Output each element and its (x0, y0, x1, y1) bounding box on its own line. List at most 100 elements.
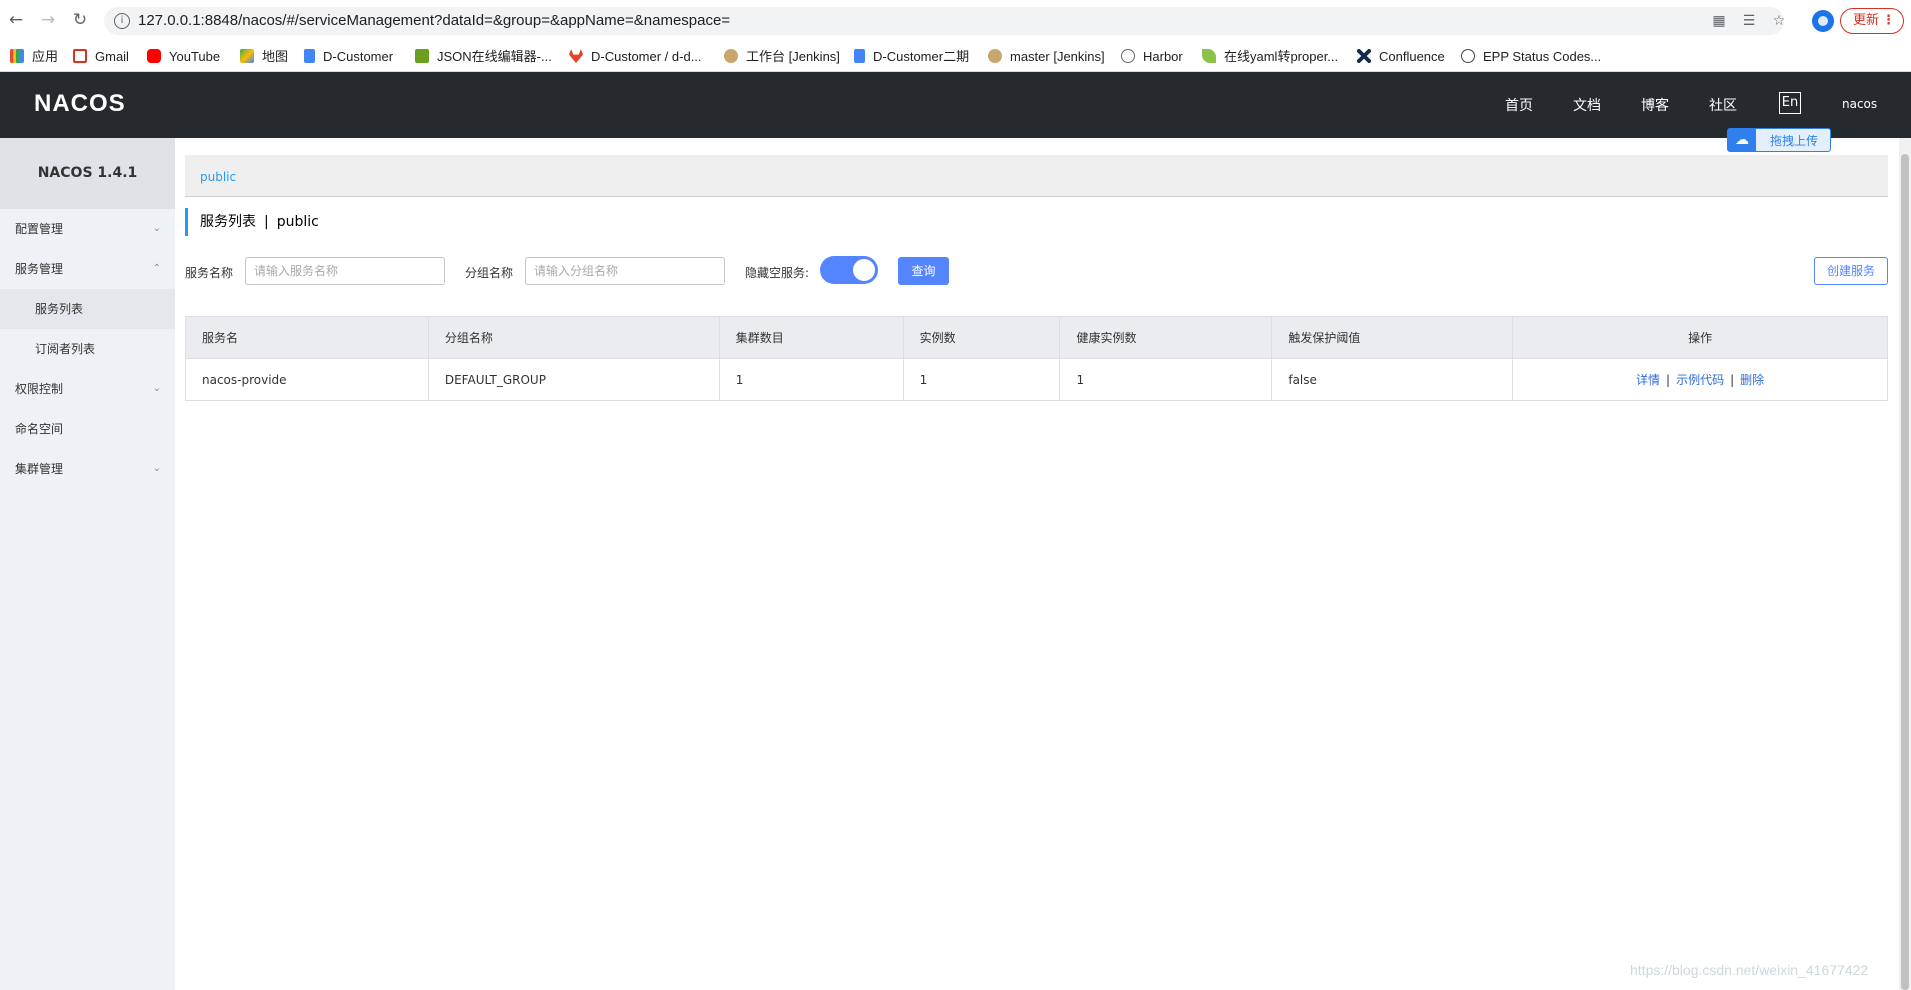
delete-link[interactable]: 删除 (1740, 373, 1764, 387)
sidebar-item-label: 命名空间 (15, 422, 64, 436)
extension-icon[interactable] (1812, 10, 1834, 32)
chevron-down-icon: ⌄ (152, 463, 161, 474)
cell-actions: 详情 | 示例代码 | 删除 (1512, 358, 1888, 401)
sidebar-item-label: 权限控制 (15, 382, 64, 396)
service-name-input[interactable] (245, 257, 445, 285)
service-table: 服务名 分组名称 集群数目 实例数 健康实例数 触发保护阈值 操作 nacos-… (185, 316, 1888, 401)
toggle-knob (853, 259, 875, 281)
bookmark-label: D-Customer / d-d... (591, 49, 702, 64)
cell-service-name: nacos-provide (185, 358, 429, 401)
user-name[interactable]: nacos (1842, 97, 1877, 111)
column-header-group: 分组名称 (427, 316, 720, 359)
bookmark-jenkins-workbench[interactable]: 工作台 [Jenkins] (724, 48, 840, 66)
page-title: 服务列表 | public (185, 208, 319, 236)
chevron-down-icon: ⌄ (152, 223, 161, 234)
cell-clusters: 1 (718, 358, 904, 401)
nav-community[interactable]: 社区 (1709, 95, 1737, 115)
cloud-icon: ☁ (1728, 129, 1756, 151)
bookmark-star-icon[interactable]: ☆ (1770, 13, 1788, 29)
url-text[interactable]: 127.0.0.1:8848/nacos/#/serviceManagement… (138, 12, 730, 29)
bookmark-label: 地图 (262, 49, 289, 64)
more-menu-icon: ⋮ (1882, 13, 1895, 28)
chevron-down-icon: ⌄ (152, 383, 161, 394)
reload-icon[interactable]: ↻ (70, 10, 90, 30)
bookmark-d-customer-phase2[interactable]: D-Customer二期 (854, 48, 969, 66)
sidebar-item-service-list[interactable]: 服务列表 (0, 289, 175, 329)
namespace-tab-public[interactable]: public (200, 170, 236, 184)
browser-toolbar: ← → ↻ i 127.0.0.1:8848/nacos/#/serviceMa… (0, 0, 1911, 42)
chevron-up-icon: ⌃ (152, 263, 161, 274)
address-bar[interactable]: i 127.0.0.1:8848/nacos/#/serviceManageme… (104, 7, 1785, 35)
create-service-button[interactable]: 创建服务 (1814, 257, 1888, 285)
docs-icon (854, 49, 865, 63)
bookmarks-bar: 应用 Gmail YouTube 地图 D-Customer JSON在线编辑器… (0, 42, 1911, 72)
browser-update-button[interactable]: 更新 ⋮ (1840, 8, 1904, 34)
gitlab-icon (569, 49, 583, 63)
bookmark-label: 在线yaml转proper... (1224, 49, 1339, 64)
language-switch[interactable]: En (1779, 92, 1801, 114)
drag-upload-button[interactable]: ☁ 拖拽上传 (1727, 128, 1831, 152)
bookmark-d-customer[interactable]: D-Customer (304, 48, 393, 66)
sample-code-link[interactable]: 示例代码 (1676, 373, 1724, 387)
cell-instances: 1 (902, 358, 1061, 401)
bookmark-confluence[interactable]: Confluence (1357, 48, 1445, 66)
page-title-namespace: public (276, 214, 319, 230)
column-header-service-name: 服务名 (185, 316, 429, 359)
query-button[interactable]: 查询 (898, 257, 949, 285)
scrollbar-thumb[interactable] (1901, 154, 1909, 990)
bookmark-gitlab[interactable]: D-Customer / d-d... (569, 48, 702, 66)
sidebar-item-subscribers[interactable]: 订阅者列表 (0, 329, 175, 369)
qr-code-icon[interactable]: ▦ (1710, 13, 1728, 29)
sidebar-item-service[interactable]: 服务管理 ⌃ (0, 249, 175, 289)
nav-docs[interactable]: 文档 (1573, 95, 1601, 115)
jenkins-icon (724, 49, 738, 63)
sidebar-item-label: 服务列表 (35, 302, 84, 316)
back-arrow-icon[interactable]: ← (6, 10, 26, 30)
sidebar-item-label: 配置管理 (15, 222, 64, 236)
sidebar-item-namespace[interactable]: 命名空间 (0, 409, 175, 449)
table-header-row: 服务名 分组名称 集群数目 实例数 健康实例数 触发保护阈值 操作 (185, 316, 1888, 359)
apps-grid-icon (10, 49, 24, 63)
bookmark-json-editor[interactable]: JSON在线编辑器-... (415, 48, 552, 66)
page-scrollbar[interactable] (1899, 138, 1911, 990)
sidebar-item-config[interactable]: 配置管理 ⌄ (0, 209, 175, 249)
bookmark-label: Confluence (1379, 49, 1445, 64)
forward-arrow-icon[interactable]: → (38, 10, 58, 30)
hide-empty-toggle[interactable] (820, 256, 878, 284)
bookmark-youtube[interactable]: YouTube (147, 48, 220, 66)
group-name-input[interactable] (525, 257, 725, 285)
bookmark-label: master [Jenkins] (1010, 49, 1105, 64)
nacos-logo[interactable]: NACOS (34, 90, 126, 118)
service-name-label: 服务名称 (185, 266, 234, 280)
action-separator: | (1666, 373, 1671, 387)
jenkins-icon (988, 49, 1002, 63)
bookmark-label: 应用 (32, 49, 59, 64)
bookmark-apps[interactable]: 应用 (10, 48, 58, 66)
sidebar-item-permissions[interactable]: 权限控制 ⌄ (0, 369, 175, 409)
column-header-actions: 操作 (1512, 316, 1888, 359)
bookmark-jenkins-master[interactable]: master [Jenkins] (988, 48, 1105, 66)
docs-icon (304, 49, 315, 63)
globe-icon (1461, 49, 1475, 63)
hide-empty-label: 隐藏空服务: (745, 266, 810, 280)
sidebar-item-cluster[interactable]: 集群管理 ⌄ (0, 449, 175, 489)
bookmark-label: Harbor (1143, 49, 1183, 64)
cell-healthy: 1 (1059, 358, 1273, 401)
bookmark-epp-status[interactable]: EPP Status Codes... (1461, 48, 1601, 66)
nav-home[interactable]: 首页 (1505, 95, 1533, 115)
confluence-icon (1357, 49, 1371, 63)
cell-group: DEFAULT_GROUP (427, 358, 720, 401)
bookmark-yaml-converter[interactable]: 在线yaml转proper... (1202, 48, 1338, 66)
detail-link[interactable]: 详情 (1636, 373, 1660, 387)
nav-blog[interactable]: 博客 (1641, 95, 1669, 115)
site-info-icon[interactable]: i (114, 13, 130, 29)
bookmark-gmail[interactable]: Gmail (73, 48, 129, 66)
bookmark-maps[interactable]: 地图 (240, 48, 288, 66)
youtube-icon (147, 49, 161, 63)
bookmark-label: YouTube (169, 49, 221, 64)
action-separator: | (1730, 373, 1735, 387)
column-header-instances: 实例数 (902, 316, 1061, 359)
upload-label: 拖拽上传 (1770, 134, 1819, 148)
bookmark-harbor[interactable]: Harbor (1121, 48, 1183, 66)
translate-icon[interactable]: ☰ (1740, 13, 1758, 29)
